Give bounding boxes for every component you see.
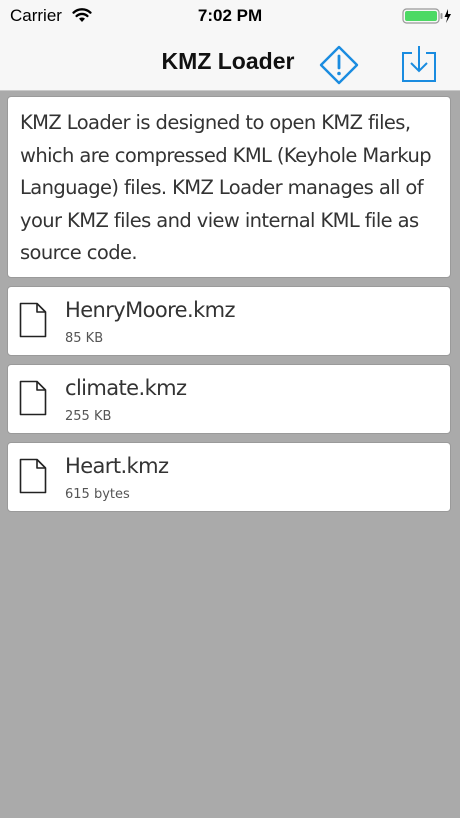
file-name: climate.kmz [65, 376, 187, 400]
file-item[interactable]: climate.kmz 255 KB [7, 364, 451, 434]
document-icon [19, 380, 47, 416]
document-icon [19, 458, 47, 494]
app-description: KMZ Loader is designed to open KMZ files… [7, 96, 451, 278]
file-name: Heart.kmz [65, 454, 169, 478]
clock: 7:02 PM [197, 6, 263, 25]
file-item[interactable]: Heart.kmz 615 bytes [7, 442, 451, 512]
page-title: KMZ Loader [161, 48, 295, 74]
import-icon[interactable] [400, 44, 438, 84]
document-icon [19, 302, 47, 338]
status-bar: Carrier 7:02 PM [0, 0, 460, 34]
file-size: 615 bytes [65, 487, 130, 502]
battery-icon [402, 8, 451, 24]
info-icon[interactable] [318, 44, 360, 86]
file-size: 85 KB [65, 331, 104, 346]
file-size: 255 KB [65, 409, 112, 424]
file-item[interactable]: HenryMoore.kmz 85 KB [7, 286, 451, 356]
navigation-bar: KMZ Loader [0, 34, 460, 91]
file-name: HenryMoore.kmz [65, 298, 236, 322]
